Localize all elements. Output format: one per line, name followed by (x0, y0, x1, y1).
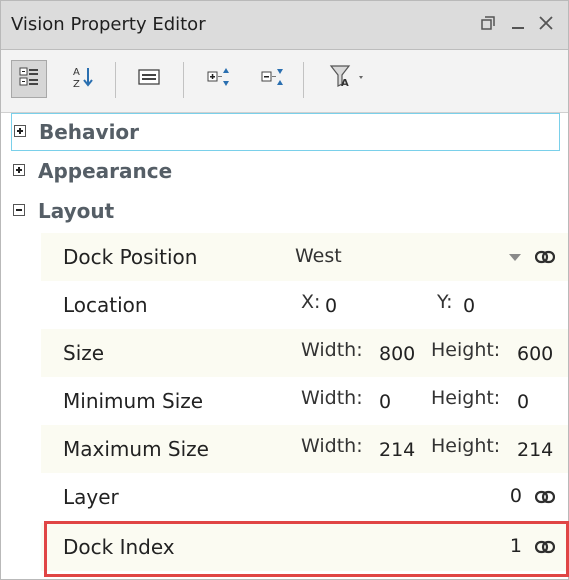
height-field[interactable]: 600 (517, 343, 553, 365)
toolbar: A Z A (1, 50, 568, 113)
height-field[interactable]: 214 (517, 439, 553, 461)
property-value: Width: 214 Height: 214 (291, 425, 568, 473)
layer-field[interactable]: 0 (291, 473, 568, 521)
collapse-all-icon (261, 66, 285, 92)
categorize-button[interactable] (11, 60, 47, 98)
expand-all-icon (207, 66, 231, 92)
dock-position-dropdown[interactable]: West (291, 233, 568, 281)
property-name: Maximum Size (41, 425, 291, 473)
svg-text:A: A (341, 78, 349, 89)
collapse-icon[interactable] (13, 204, 25, 216)
property-value: X: 0 Y: 0 (291, 281, 568, 329)
y-field[interactable]: 0 (463, 295, 475, 317)
property-editor-panel: Vision Property Editor A Z A Behavior Ap… (0, 0, 569, 580)
category-layout[interactable]: Layout (11, 193, 560, 231)
property-row-dock-position[interactable]: Dock Position West (41, 233, 568, 281)
minimize-icon[interactable] (505, 9, 531, 39)
link-icon[interactable] (535, 490, 555, 504)
toolbar-separator (303, 62, 304, 98)
link-icon[interactable] (535, 250, 555, 264)
height-label: Height: (431, 387, 501, 409)
category-behavior[interactable]: Behavior (11, 113, 560, 151)
property-row-maximum-size[interactable]: Maximum Size Width: 214 Height: 214 (41, 425, 568, 473)
expand-all-button[interactable] (201, 60, 237, 98)
close-icon[interactable] (533, 9, 559, 39)
filter-icon: A (329, 64, 369, 94)
sort-alpha-icon: A Z (72, 65, 94, 93)
property-value: Width: 0 Height: 0 (291, 377, 568, 425)
property-row-minimum-size[interactable]: Minimum Size Width: 0 Height: 0 (41, 377, 568, 425)
description-button[interactable] (131, 60, 167, 98)
property-value: Width: 800 Height: 600 (291, 329, 568, 377)
x-field[interactable]: 0 (325, 295, 337, 317)
category-appearance[interactable]: Appearance (11, 153, 560, 191)
property-name: Dock Index (41, 523, 291, 571)
chevron-down-icon[interactable] (509, 254, 521, 261)
layer-value: 0 (509, 485, 522, 507)
dock-index-value: 1 (509, 535, 522, 557)
width-field[interactable]: 800 (379, 343, 415, 365)
window-title: Vision Property Editor (11, 14, 206, 35)
toolbar-separator (115, 62, 116, 98)
categorize-icon (18, 66, 40, 92)
sort-alphabetical-button[interactable]: A Z (65, 60, 101, 98)
category-label: Layout (38, 199, 115, 223)
svg-text:A: A (73, 67, 80, 78)
height-label: Height: (431, 435, 501, 457)
y-label: Y: (437, 291, 453, 313)
height-label: Height: (431, 339, 501, 361)
category-label: Behavior (39, 120, 140, 144)
width-label: Width: (301, 387, 363, 409)
height-field[interactable]: 0 (517, 391, 529, 413)
description-icon (138, 68, 160, 90)
property-row-layer[interactable]: Layer 0 (41, 473, 568, 521)
property-name: Minimum Size (41, 377, 291, 425)
property-name: Dock Position (41, 233, 291, 281)
toolbar-separator (183, 62, 184, 98)
svg-text:Z: Z (73, 79, 80, 89)
expand-icon[interactable] (14, 125, 26, 137)
dock-index-field[interactable]: 1 (291, 523, 568, 571)
width-field[interactable]: 214 (379, 439, 415, 461)
property-name: Layer (41, 473, 291, 521)
property-row-size[interactable]: Size Width: 800 Height: 600 (41, 329, 568, 377)
dropdown-value: West (295, 245, 342, 267)
filter-button[interactable]: A (319, 60, 379, 98)
property-row-location[interactable]: Location X: 0 Y: 0 (41, 281, 568, 329)
property-name: Location (41, 281, 291, 329)
property-row-dock-index[interactable]: Dock Index 1 (41, 523, 568, 571)
width-field[interactable]: 0 (379, 391, 391, 413)
x-label: X: (301, 291, 321, 313)
link-icon[interactable] (535, 540, 555, 554)
property-name: Size (41, 329, 291, 377)
width-label: Width: (301, 435, 363, 457)
expand-icon[interactable] (13, 164, 25, 176)
width-label: Width: (301, 339, 363, 361)
collapse-all-button[interactable] (255, 60, 291, 98)
category-label: Appearance (38, 159, 173, 183)
restore-icon[interactable] (475, 9, 501, 39)
title-bar: Vision Property Editor (1, 1, 568, 50)
